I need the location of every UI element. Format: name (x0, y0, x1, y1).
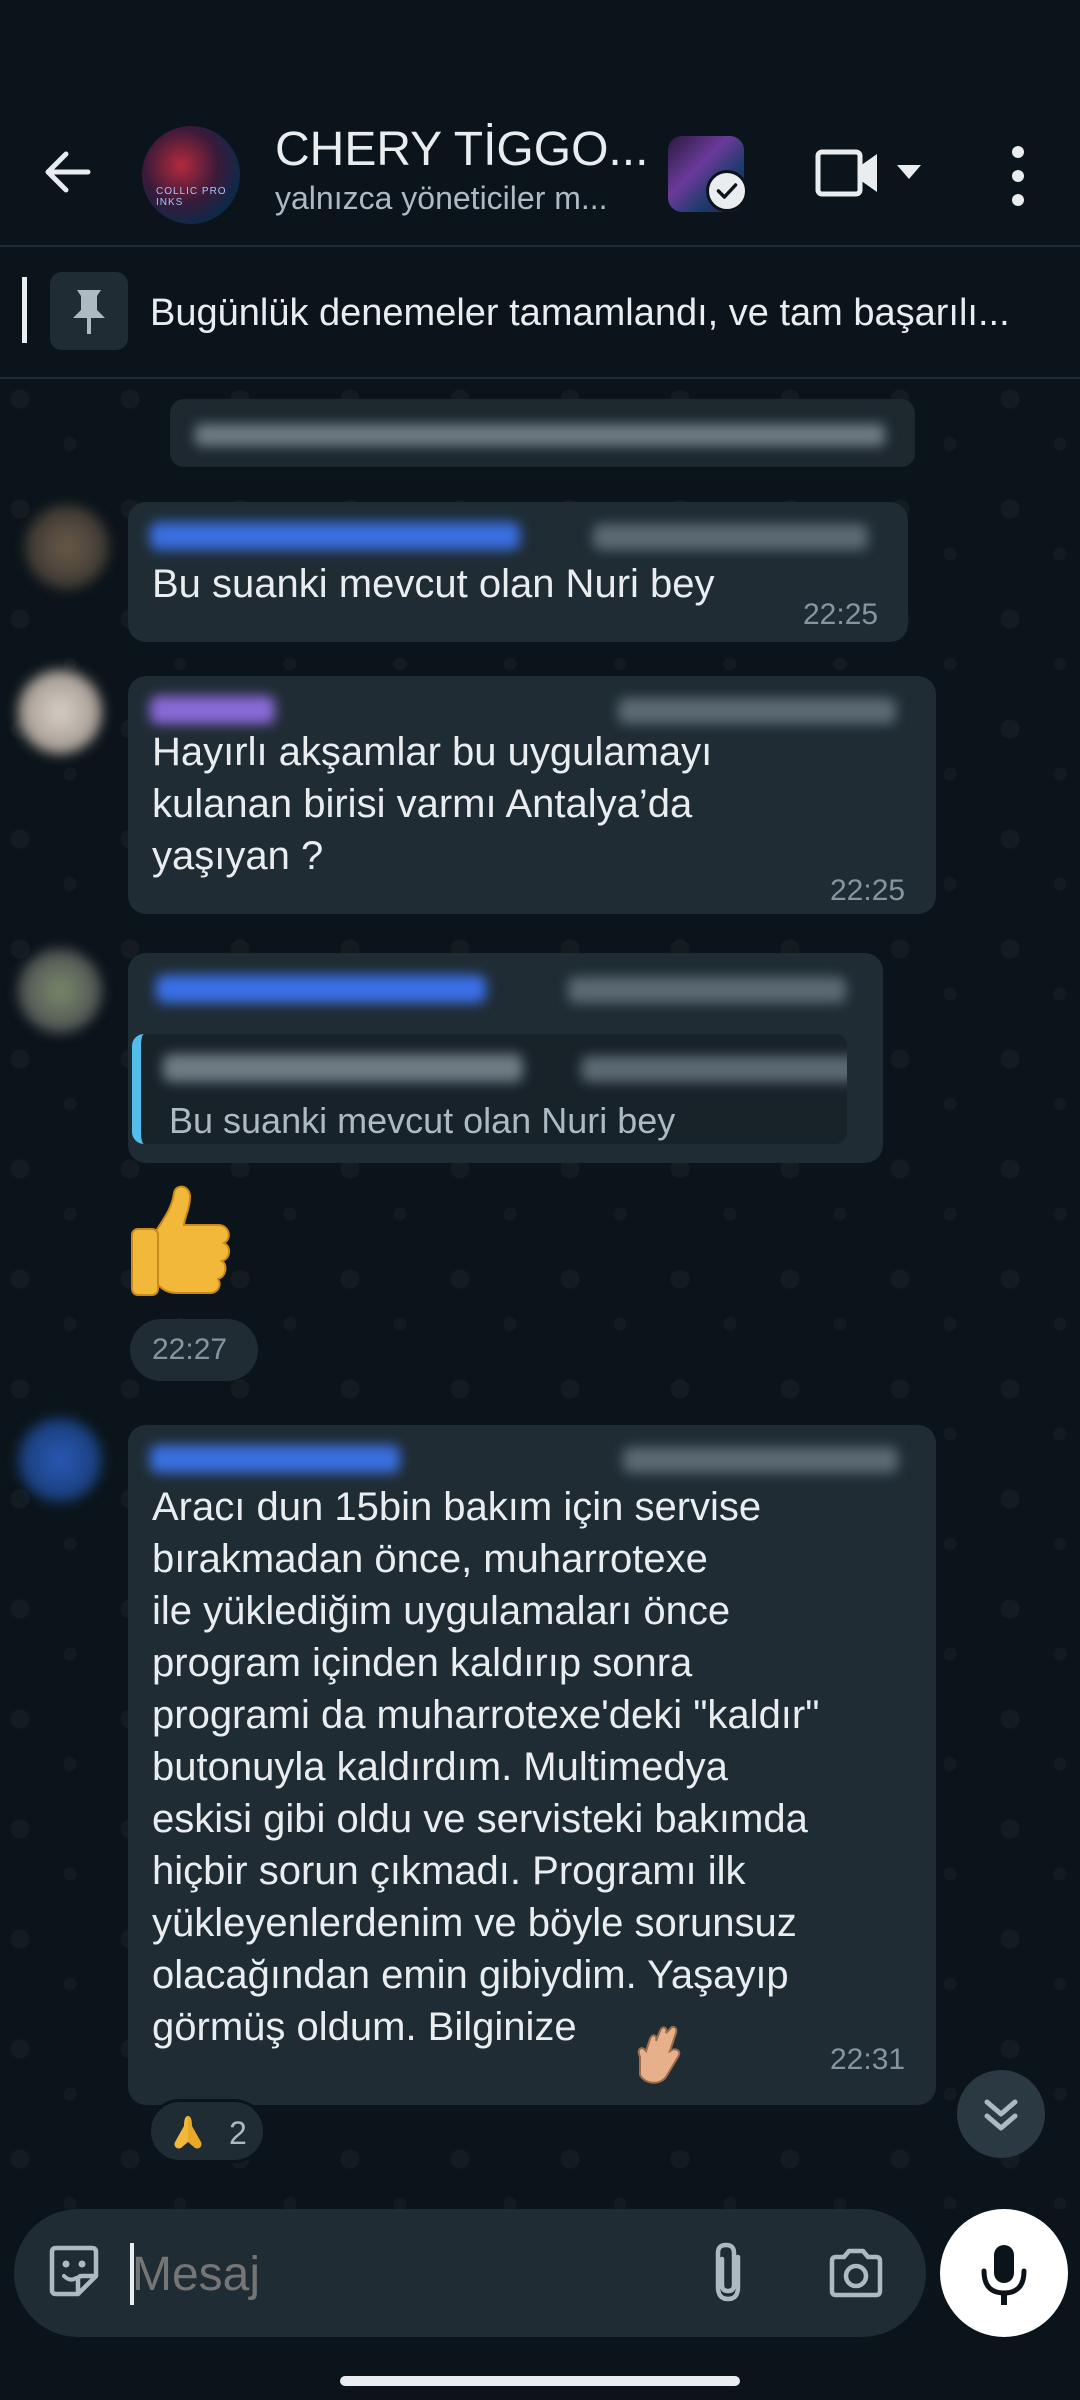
waving-hand-emoji (637, 2025, 681, 2084)
sender-name (150, 522, 520, 550)
sender-avatar[interactable] (25, 505, 109, 589)
quoted-sender-phone (581, 1056, 847, 1082)
pin-icon (73, 290, 105, 334)
pinned-message-bar[interactable]: Bugünlük denemeler tamamlandı, ve tam ba… (0, 247, 1080, 379)
pin-box (50, 272, 128, 350)
quoted-sender-name (163, 1054, 523, 1082)
message-list[interactable]: Bu suanki mevcut olan Nuri bey 22:25 Hay… (0, 379, 1080, 2209)
sender-phone (618, 698, 896, 724)
sender-phone (623, 1447, 898, 1473)
attachment-icon[interactable] (704, 2239, 752, 2307)
message-bubble-4[interactable]: Aracı dun 15bin bakım için servise bırak… (128, 1425, 936, 2105)
quoted-text: Bu suanki mevcut olan Nuri bey (169, 1100, 676, 1141)
composer-bar (0, 2209, 1080, 2400)
time-pill: 22:27 (130, 1319, 258, 1381)
sticker-icon[interactable] (44, 2242, 104, 2302)
message-bubble-1[interactable]: Bu suanki mevcut olan Nuri bey 22:25 (128, 502, 908, 642)
sender-avatar[interactable] (18, 949, 102, 1033)
microphone-icon (981, 2245, 1027, 2305)
message-input[interactable] (132, 2247, 672, 2302)
pinned-indicator (22, 277, 27, 343)
quoted-message[interactable]: Bu suanki mevcut olan Nuri bey (132, 1034, 847, 1144)
sender-avatar[interactable] (18, 1418, 102, 1502)
folded-hands-emoji (174, 2116, 202, 2149)
system-message (170, 399, 915, 467)
home-indicator (340, 2376, 740, 2386)
chevron-down-icon[interactable] (895, 162, 923, 182)
sender-phone (568, 977, 846, 1003)
more-options-icon[interactable] (1000, 144, 1036, 208)
sender-name (150, 1445, 400, 1473)
check-icon (706, 170, 748, 212)
sender-name (150, 696, 275, 724)
message-time: 22:27 (152, 1333, 228, 1366)
double-chevron-down-icon (984, 2099, 1018, 2131)
group-avatar[interactable]: COLLIC PRO INKS (142, 126, 240, 224)
thumbs-up-emoji (131, 1185, 230, 1296)
message-time: 22:31 (830, 2043, 906, 2076)
message-bubble-2[interactable]: Hayırlı akşamlar bu uygulamayı kulanan b… (128, 676, 936, 914)
message-time: 22:25 (830, 874, 906, 907)
camera-icon[interactable] (826, 2247, 886, 2299)
sender-name (156, 975, 486, 1003)
video-call-icon[interactable] (815, 144, 881, 202)
reaction-count: 2 (229, 2115, 247, 2151)
chat-header: COLLIC PRO INKS CHERY TİGGO... yalnızca … (0, 100, 1080, 247)
message-text: Hayırlı akşamlar bu uygulamayı kulanan b… (152, 730, 713, 878)
sender-avatar[interactable] (18, 670, 102, 754)
message-time: 22:25 (803, 598, 879, 631)
message-input-container[interactable] (14, 2209, 926, 2337)
group-title[interactable]: CHERY TİGGO... (275, 122, 648, 177)
group-avatar-text: COLLIC PRO INKS (156, 186, 227, 208)
sender-phone (593, 524, 868, 550)
reaction-chip[interactable]: 2 (148, 2099, 266, 2163)
system-message-text (195, 424, 885, 446)
back-arrow-icon[interactable] (38, 142, 98, 202)
message-text: Aracı dun 15bin bakım için servise bırak… (152, 1485, 820, 2049)
scroll-to-bottom-button[interactable] (957, 2070, 1045, 2158)
group-subtitle[interactable]: yalnızca yöneticiler m... (275, 180, 608, 217)
status-bar (0, 0, 1080, 100)
message-text: Bu suanki mevcut olan Nuri bey (152, 562, 715, 606)
voice-message-button[interactable] (940, 2209, 1068, 2337)
pinned-message-text: Bugünlük denemeler tamamlandı, ve tam ba… (150, 292, 1010, 334)
